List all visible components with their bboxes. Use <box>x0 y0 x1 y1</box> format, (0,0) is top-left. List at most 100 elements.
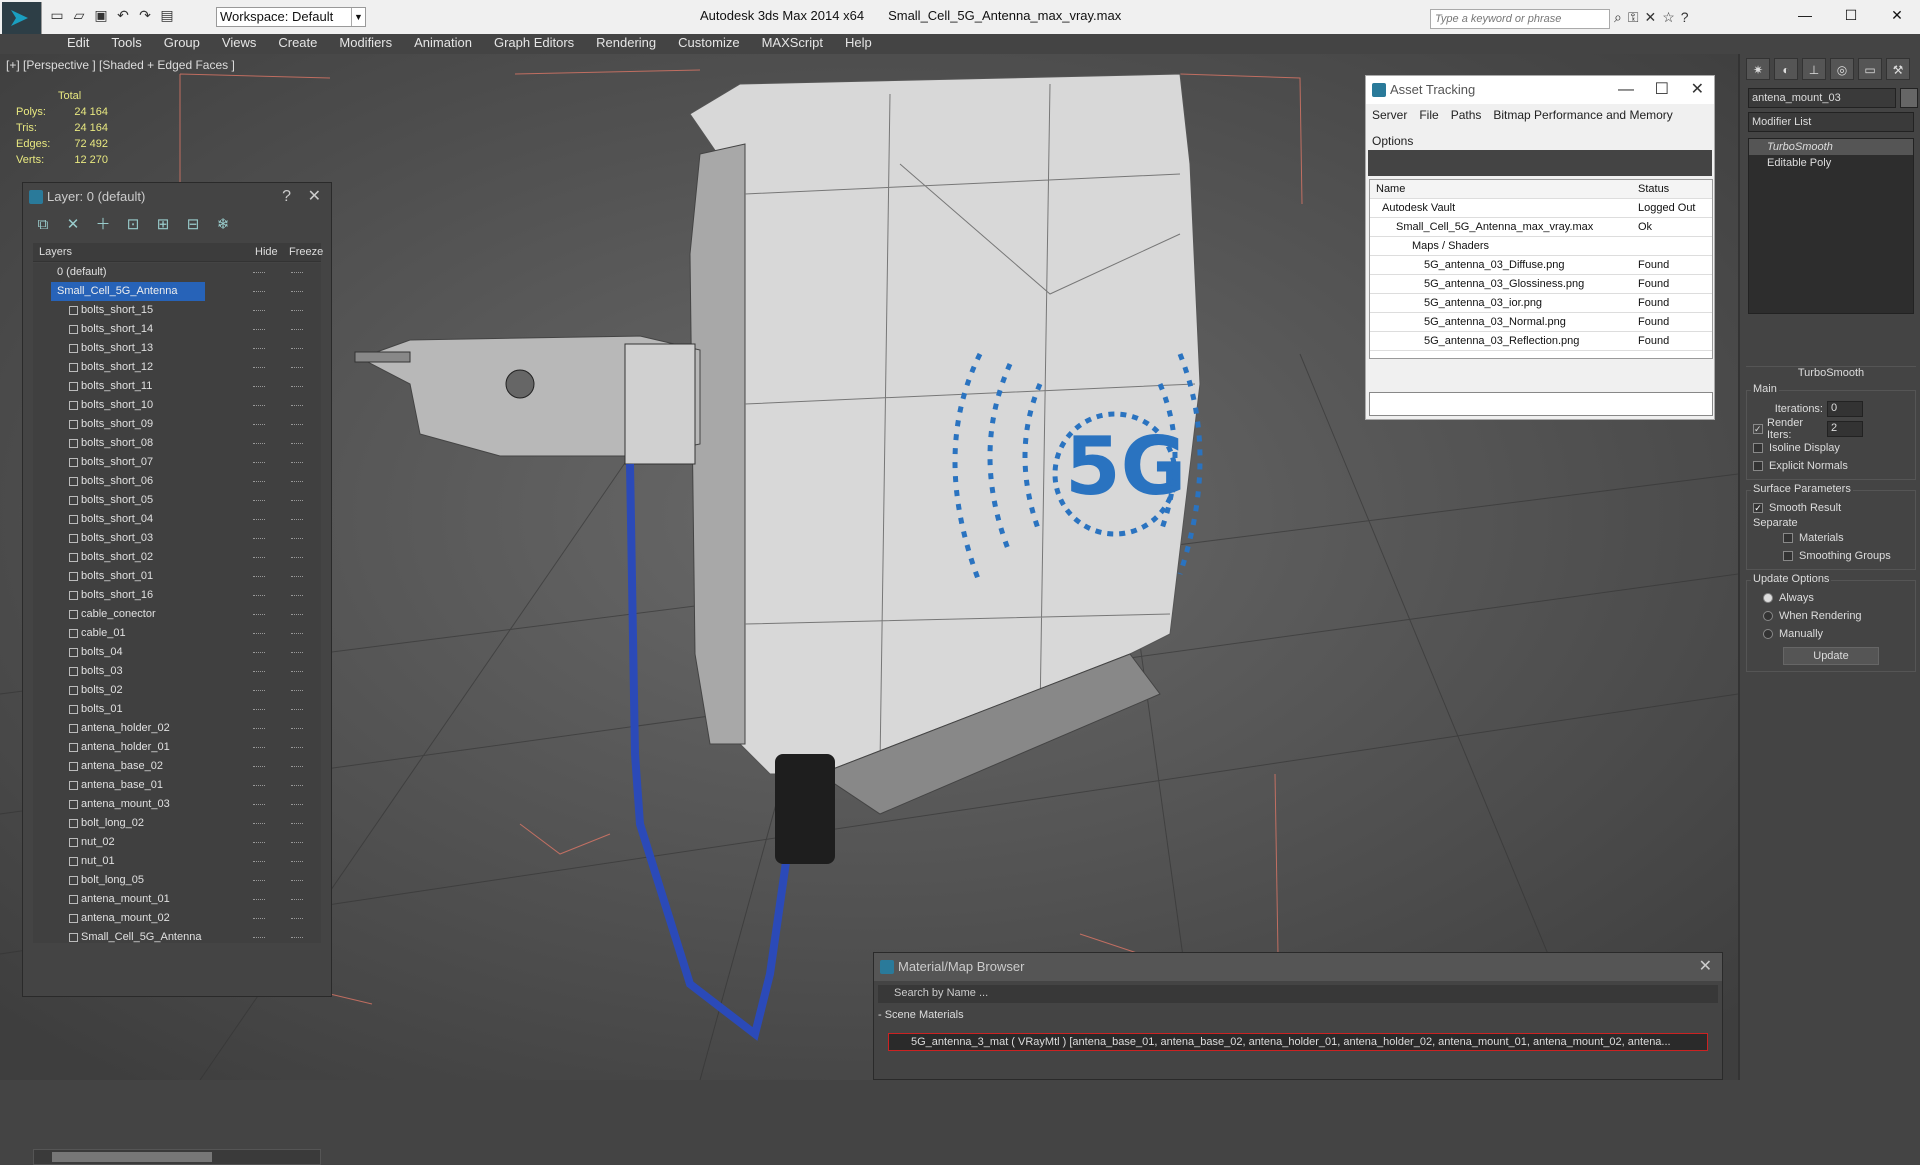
layer-row[interactable]: bolts_short_14 <box>33 320 321 339</box>
manually-radio[interactable]: Manually <box>1753 625 1909 643</box>
layer-row[interactable]: bolts_short_08 <box>33 434 321 453</box>
iterations-spinner[interactable]: Iterations: 0 <box>1753 399 1909 419</box>
hide-toggle[interactable] <box>253 424 265 426</box>
always-radio[interactable]: Always <box>1753 589 1909 607</box>
close-icon[interactable]: ✕ <box>1874 0 1920 30</box>
layer-row[interactable]: bolts_short_01 <box>33 567 321 586</box>
freeze-toggle[interactable] <box>291 747 303 749</box>
asset-row[interactable]: Small_Cell_5G_Antenna_max_vray.max Ok <box>1370 218 1712 237</box>
layer-row[interactable]: nut_01 <box>33 852 321 871</box>
freeze-toggle[interactable] <box>291 462 303 464</box>
layer-row[interactable]: bolt_long_05 <box>33 871 321 890</box>
freeze-toggle[interactable] <box>291 671 303 673</box>
smoothing-groups-checkbox[interactable]: Smoothing Groups <box>1753 547 1909 565</box>
hide-toggle[interactable] <box>253 595 265 597</box>
freeze-toggle[interactable] <box>291 690 303 692</box>
layer-row[interactable]: bolts_short_13 <box>33 339 321 358</box>
layer-row[interactable]: Small_Cell_5G_Antenna <box>33 928 321 943</box>
hide-toggle[interactable] <box>253 709 265 711</box>
freeze-toggle[interactable] <box>291 614 303 616</box>
hide-toggle[interactable] <box>253 785 265 787</box>
hide-toggle[interactable] <box>253 481 265 483</box>
hide-toggle[interactable] <box>253 329 265 331</box>
hide-toggle[interactable] <box>253 614 265 616</box>
menu-tools[interactable]: Tools <box>100 34 152 54</box>
asset-path-field[interactable] <box>1369 392 1713 416</box>
search-input[interactable]: Type a keyword or phrase <box>1430 9 1610 29</box>
hide-toggle[interactable] <box>253 690 265 692</box>
hide-toggle[interactable] <box>253 386 265 388</box>
asset-row[interactable]: Autodesk Vault Logged Out <box>1370 199 1712 218</box>
rollout-title[interactable]: TurboSmooth <box>1746 366 1916 382</box>
menu-customize[interactable]: Customize <box>667 34 750 54</box>
menu-create[interactable]: Create <box>267 34 328 54</box>
add-to-layer-icon[interactable]: ＋ <box>93 215 113 235</box>
minimize-icon[interactable]: — <box>1782 0 1828 30</box>
freeze-toggle[interactable] <box>291 557 303 559</box>
layer-row[interactable]: antena_base_01 <box>33 776 321 795</box>
asset-row[interactable]: 5G_antenna_03_ior.png Found <box>1370 294 1712 313</box>
material-search-input[interactable]: Search by Name ... <box>878 985 1718 1003</box>
redo-icon[interactable]: ↷ <box>136 6 154 24</box>
hide-toggle[interactable] <box>253 310 265 312</box>
freeze-toggle[interactable] <box>291 519 303 521</box>
isoline-display-checkbox[interactable]: Isoline Display <box>1753 439 1909 457</box>
hide-toggle[interactable] <box>253 348 265 350</box>
layer-row[interactable]: bolts_short_02 <box>33 548 321 567</box>
layer-row[interactable]: antena_mount_03 <box>33 795 321 814</box>
freeze-toggle[interactable] <box>291 652 303 654</box>
utilities-tab-icon[interactable]: ⚒ <box>1886 58 1910 80</box>
hide-toggle[interactable] <box>253 671 265 673</box>
freeze-toggle[interactable] <box>291 291 303 293</box>
hide-toggle[interactable] <box>253 728 265 730</box>
modifier-list-dropdown[interactable]: Modifier List <box>1748 112 1914 132</box>
asset-row[interactable]: 5G_antenna_03_Diffuse.png Found <box>1370 256 1712 275</box>
freeze-toggle[interactable] <box>291 842 303 844</box>
layer-row[interactable]: bolts_short_15 <box>33 301 321 320</box>
layer-row[interactable]: bolts_short_06 <box>33 472 321 491</box>
hide-toggle[interactable] <box>253 823 265 825</box>
hide-all-icon[interactable]: ⊟ <box>183 215 203 235</box>
modify-tab-icon[interactable]: ◐ <box>1774 58 1798 80</box>
hide-toggle[interactable] <box>253 519 265 521</box>
maximize-icon[interactable]: ☐ <box>1655 76 1669 104</box>
display-tab-icon[interactable]: ▭ <box>1858 58 1882 80</box>
freeze-toggle[interactable] <box>291 405 303 407</box>
scene-materials-section[interactable]: - Scene Materials <box>878 1009 964 1021</box>
asset-row[interactable]: Maps / Shaders <box>1370 237 1712 256</box>
asset-row[interactable]: 5G_antenna_03_Glossiness.png Found <box>1370 275 1712 294</box>
create-tab-icon[interactable]: ✷ <box>1746 58 1770 80</box>
object-name-field[interactable]: antena_mount_03 <box>1748 88 1896 108</box>
new-file-icon[interactable]: ▭ <box>48 6 66 24</box>
stack-item-editable-poly[interactable]: Editable Poly <box>1749 155 1913 171</box>
layer-row[interactable]: 0 (default) <box>33 263 321 282</box>
menu-file[interactable]: File <box>1419 108 1438 122</box>
layer-row[interactable]: Small_Cell_5G_Antenna <box>33 282 321 301</box>
hide-toggle[interactable] <box>253 652 265 654</box>
open-file-icon[interactable]: ▱ <box>70 6 88 24</box>
col-hide[interactable]: Hide <box>255 243 278 262</box>
freeze-toggle[interactable] <box>291 329 303 331</box>
layer-row[interactable]: bolts_short_05 <box>33 491 321 510</box>
freeze-toggle[interactable] <box>291 500 303 502</box>
freeze-toggle[interactable] <box>291 576 303 578</box>
freeze-toggle[interactable] <box>291 804 303 806</box>
horizontal-scrollbar[interactable] <box>33 1149 321 1165</box>
layer-row[interactable]: bolts_short_10 <box>33 396 321 415</box>
layer-row[interactable]: antena_mount_02 <box>33 909 321 928</box>
layer-row[interactable]: bolts_short_12 <box>33 358 321 377</box>
freeze-toggle[interactable] <box>291 424 303 426</box>
freeze-toggle[interactable] <box>291 538 303 540</box>
maximize-icon[interactable]: ☐ <box>1828 0 1874 30</box>
hide-toggle[interactable] <box>253 272 265 274</box>
menu-animation[interactable]: Animation <box>403 34 483 54</box>
menu-group[interactable]: Group <box>153 34 211 54</box>
hide-toggle[interactable] <box>253 557 265 559</box>
layer-row[interactable]: nut_02 <box>33 833 321 852</box>
menu-help[interactable]: Help <box>834 34 883 54</box>
layer-row[interactable]: bolts_short_03 <box>33 529 321 548</box>
layer-row[interactable]: antena_mount_01 <box>33 890 321 909</box>
update-button[interactable]: Update <box>1783 647 1879 665</box>
stack-item-turbosmooth[interactable]: TurboSmooth <box>1749 139 1913 155</box>
binoculars-icon[interactable]: ⌕ <box>1614 9 1622 26</box>
